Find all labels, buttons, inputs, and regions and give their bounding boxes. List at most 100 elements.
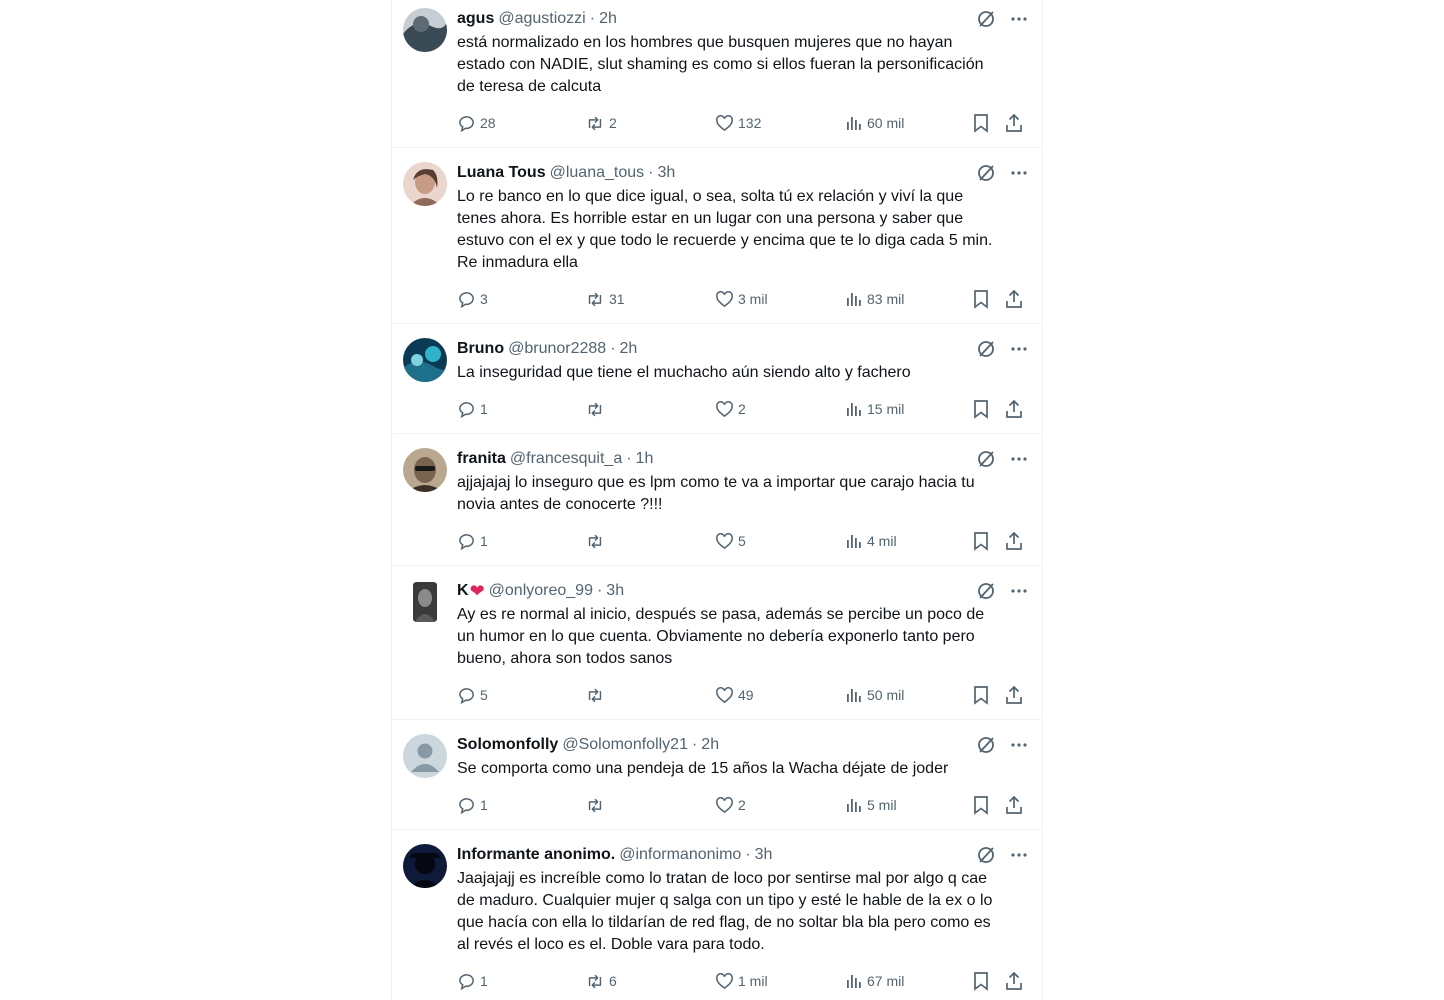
bookmark-button[interactable]: [972, 971, 990, 991]
grok-icon[interactable]: [976, 449, 996, 469]
avatar[interactable]: [403, 734, 447, 778]
tweet[interactable]: K ❤ @onlyoreo_99 · 3h Ay es re normal al…: [392, 566, 1042, 720]
display-name[interactable]: Bruno: [457, 340, 504, 358]
repost-button[interactable]: 31: [585, 289, 625, 309]
bookmark-button[interactable]: [972, 399, 990, 419]
timestamp[interactable]: 2h: [620, 340, 638, 358]
share-button[interactable]: [1005, 399, 1023, 419]
avatar[interactable]: [403, 162, 447, 206]
timestamp[interactable]: 2h: [701, 736, 719, 754]
tweet[interactable]: franita @francesquit_a · 1h ajjajajaj lo…: [392, 434, 1042, 566]
avatar[interactable]: [403, 844, 447, 888]
tweet[interactable]: Solomonfolly @Solomonfolly21 · 2h Se com…: [392, 720, 1042, 830]
reply-button[interactable]: 5: [457, 685, 488, 705]
handle[interactable]: @Solomonfolly21: [562, 736, 688, 754]
share-icon: [1005, 531, 1023, 551]
display-name[interactable]: franita: [457, 450, 506, 468]
handle[interactable]: @brunor2288: [508, 340, 606, 358]
tweet[interactable]: Bruno @brunor2288 · 2h La inseguridad qu…: [392, 324, 1042, 434]
avatar[interactable]: [403, 338, 447, 382]
display-name[interactable]: Solomonfolly: [457, 736, 558, 754]
timestamp[interactable]: 2h: [599, 10, 617, 28]
more-icon[interactable]: [1010, 450, 1028, 468]
timestamp[interactable]: 3h: [755, 846, 773, 864]
reply-button[interactable]: 1: [457, 971, 488, 991]
bookmark-icon: [972, 531, 990, 551]
like-button[interactable]: 1 mil: [715, 971, 768, 991]
share-button[interactable]: [1005, 971, 1023, 991]
display-name[interactable]: Luana Tous: [457, 164, 546, 182]
display-name[interactable]: Informante anonimo.: [457, 846, 615, 864]
views-button[interactable]: 67 mil: [845, 971, 904, 991]
views-icon: [845, 796, 863, 814]
views-button[interactable]: 83 mil: [845, 289, 904, 309]
grok-icon[interactable]: [976, 9, 996, 29]
grok-icon[interactable]: [976, 845, 996, 865]
views-button[interactable]: 50 mil: [845, 685, 904, 705]
handle[interactable]: @luana_tous: [550, 164, 645, 182]
grok-icon[interactable]: [976, 735, 996, 755]
share-button[interactable]: [1005, 289, 1023, 309]
bookmark-button[interactable]: [972, 289, 990, 309]
views-button[interactable]: 4 mil: [845, 531, 897, 551]
like-count: 49: [738, 687, 754, 703]
like-button[interactable]: 5: [715, 531, 746, 551]
more-icon[interactable]: [1010, 10, 1028, 28]
like-button[interactable]: 132: [715, 113, 761, 133]
share-button[interactable]: [1005, 531, 1023, 551]
bookmark-button[interactable]: [972, 531, 990, 551]
tweet[interactable]: Luana Tous @luana_tous · 3h Lo re banco …: [392, 148, 1042, 324]
repost-button[interactable]: 6: [585, 971, 617, 991]
handle[interactable]: @francesquit_a: [510, 450, 622, 468]
views-icon: [845, 532, 863, 550]
handle[interactable]: @onlyoreo_99: [489, 582, 593, 600]
share-button[interactable]: [1005, 113, 1023, 133]
share-button[interactable]: [1005, 795, 1023, 815]
views-button[interactable]: 15 mil: [845, 399, 904, 419]
share-icon: [1005, 795, 1023, 815]
more-icon[interactable]: [1010, 340, 1028, 358]
tweet[interactable]: Informante anonimo. @informanonimo · 3h …: [392, 830, 1042, 1000]
grok-icon[interactable]: [976, 163, 996, 183]
handle[interactable]: @agustiozzi: [498, 10, 585, 28]
timestamp[interactable]: 3h: [606, 582, 624, 600]
repost-button[interactable]: [585, 795, 609, 815]
avatar[interactable]: [403, 448, 447, 492]
bookmark-button[interactable]: [972, 113, 990, 133]
repost-button[interactable]: [585, 399, 609, 419]
handle[interactable]: @informanonimo: [619, 846, 741, 864]
tweet-text: Lo re banco en lo que dice igual, o sea,…: [457, 188, 993, 271]
grok-icon[interactable]: [976, 581, 996, 601]
reply-button[interactable]: 3: [457, 289, 488, 309]
like-button[interactable]: 2: [715, 399, 746, 419]
like-icon: [715, 796, 734, 815]
display-name[interactable]: agus: [457, 10, 494, 28]
more-icon[interactable]: [1010, 582, 1028, 600]
timestamp[interactable]: 3h: [657, 164, 675, 182]
like-button[interactable]: 49: [715, 685, 754, 705]
reply-button[interactable]: 28: [457, 113, 496, 133]
reply-button[interactable]: 1: [457, 531, 488, 551]
like-button[interactable]: 3 mil: [715, 289, 768, 309]
more-icon[interactable]: [1010, 846, 1028, 864]
grok-icon[interactable]: [976, 339, 996, 359]
avatar[interactable]: [403, 580, 447, 624]
bookmark-button[interactable]: [972, 685, 990, 705]
timestamp[interactable]: 1h: [636, 450, 654, 468]
repost-button[interactable]: [585, 685, 609, 705]
like-button[interactable]: 2: [715, 795, 746, 815]
bookmark-button[interactable]: [972, 795, 990, 815]
repost-count: 6: [609, 973, 617, 989]
more-icon[interactable]: [1010, 164, 1028, 182]
avatar[interactable]: [403, 8, 447, 52]
views-button[interactable]: 5 mil: [845, 795, 897, 815]
tweet[interactable]: agus @agustiozzi · 2h está normalizado e…: [392, 0, 1042, 148]
repost-button[interactable]: [585, 531, 609, 551]
display-name[interactable]: K: [457, 582, 469, 600]
views-button[interactable]: 60 mil: [845, 113, 904, 133]
reply-button[interactable]: 1: [457, 795, 488, 815]
reply-button[interactable]: 1: [457, 399, 488, 419]
share-button[interactable]: [1005, 685, 1023, 705]
more-icon[interactable]: [1010, 736, 1028, 754]
repost-button[interactable]: 2: [585, 113, 617, 133]
